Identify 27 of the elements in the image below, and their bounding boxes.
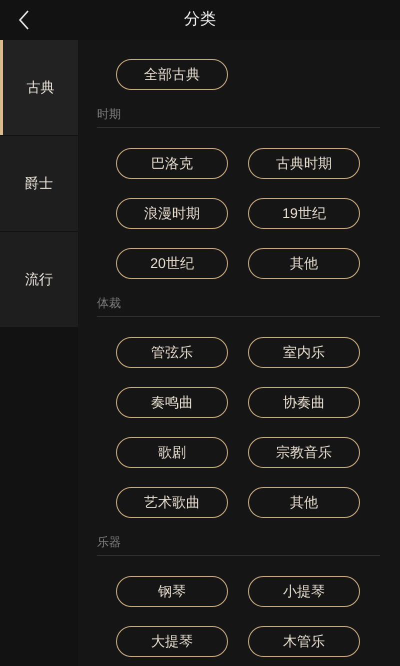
- tag-button[interactable]: 钢琴: [116, 576, 228, 607]
- category-tab[interactable]: 爵士: [0, 136, 78, 231]
- tag-button[interactable]: 20世纪: [116, 248, 228, 279]
- section-label: 乐器: [97, 535, 121, 549]
- section-label: 体裁: [97, 296, 121, 310]
- tag-button[interactable]: 奏鸣曲: [116, 387, 228, 418]
- all-button[interactable]: 全部古典: [116, 59, 228, 90]
- section-label: 时期: [97, 107, 121, 121]
- tag-button[interactable]: 其他: [248, 487, 360, 518]
- tag-button[interactable]: 古典时期: [248, 148, 360, 179]
- tag-button[interactable]: 其他: [248, 248, 360, 279]
- tag-button[interactable]: 管弦乐: [116, 337, 228, 368]
- tag-button[interactable]: 巴洛克: [116, 148, 228, 179]
- tag-button[interactable]: 艺术歌曲: [116, 487, 228, 518]
- tag-button[interactable]: 19世纪: [248, 198, 360, 229]
- tag-button[interactable]: 歌剧: [116, 437, 228, 468]
- tag-button[interactable]: 宗教音乐: [248, 437, 360, 468]
- tag-button[interactable]: 小提琴: [248, 576, 360, 607]
- tag-button[interactable]: 浪漫时期: [116, 198, 228, 229]
- back-icon: [18, 10, 30, 30]
- page-title: 分类: [184, 10, 216, 30]
- category-tab[interactable]: 流行: [0, 232, 78, 327]
- tag-button[interactable]: 木管乐: [248, 626, 360, 657]
- tag-button[interactable]: 大提琴: [116, 626, 228, 657]
- tag-button[interactable]: 室内乐: [248, 337, 360, 368]
- category-tab[interactable]: 古典: [0, 40, 78, 135]
- tag-button[interactable]: 协奏曲: [248, 387, 360, 418]
